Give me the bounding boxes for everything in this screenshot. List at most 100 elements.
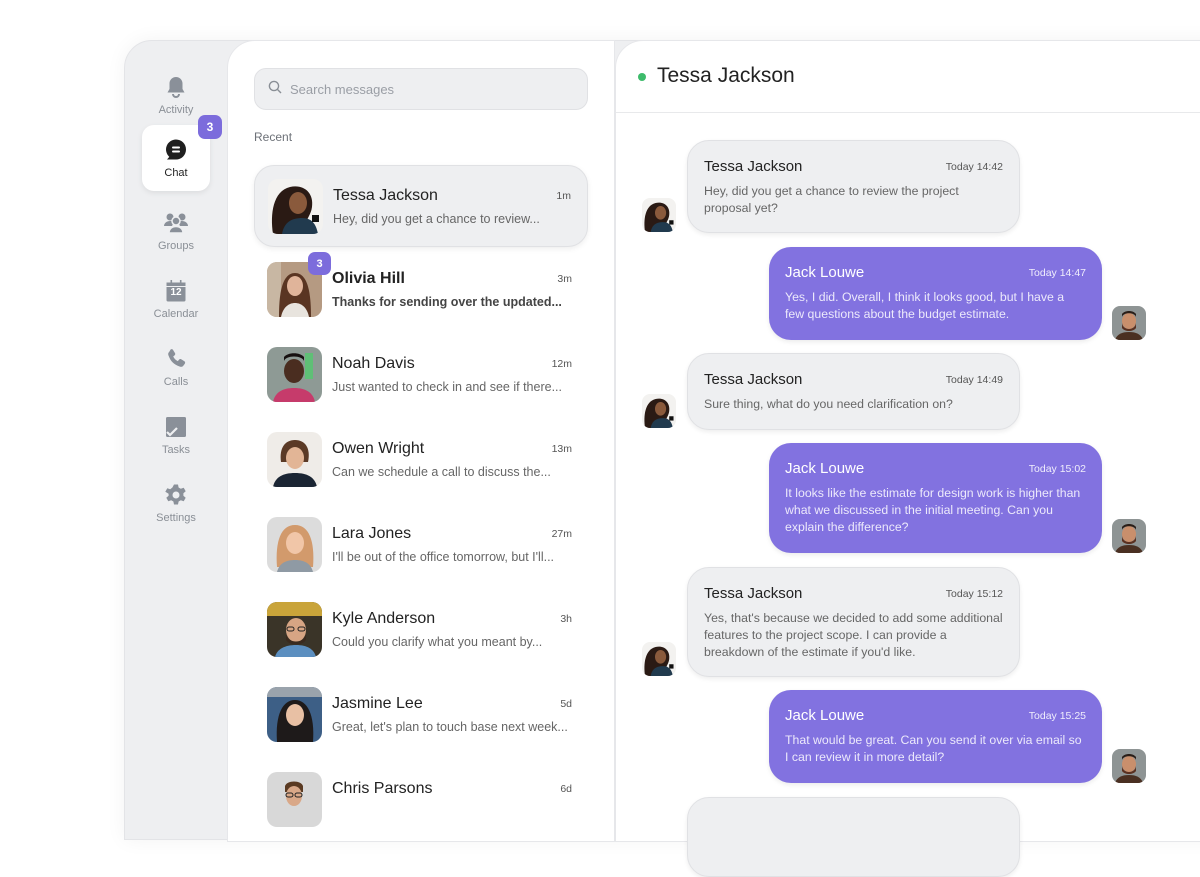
message-time: Today 15:25 — [1028, 710, 1086, 722]
nav-rail: Activity Chat 3 Groups 12 Calendar Calls… — [125, 41, 227, 839]
contact-name: Noah Davis — [332, 355, 415, 372]
contact-name: Owen Wright — [332, 440, 425, 457]
conversation-time: 1m — [556, 190, 571, 202]
message-bubble-incoming: Tessa Jackson Today 15:12 Yes, that's be… — [687, 567, 1020, 677]
conversation-item-tessa-jackson[interactable]: Tessa Jackson 1m Hey, did you get a chan… — [254, 165, 588, 247]
message-preview: Can we schedule a call to discuss the... — [332, 465, 551, 479]
tasks-icon — [164, 415, 188, 439]
message-text: Hey, did you get a chance to review the … — [704, 184, 959, 215]
gear-icon — [164, 483, 188, 507]
online-status-dot — [638, 73, 646, 81]
rail-item-tasks[interactable]: Tasks — [142, 403, 210, 467]
conversation-time: 12m — [551, 358, 572, 370]
message-preview: Just wanted to check in and see if there… — [332, 380, 562, 394]
conversation-time: 6d — [560, 783, 572, 795]
section-label-recent: Recent — [254, 130, 293, 144]
message-preview: Great, let's plan to touch base next wee… — [332, 720, 568, 734]
rail-label: Tasks — [161, 443, 191, 456]
conversation-item-jasmine-lee[interactable]: Jasmine Lee 5d Great, let's plan to touc… — [254, 674, 588, 756]
conversation-item-chris-parsons[interactable]: Chris Parsons 6d — [254, 759, 588, 841]
bell-icon — [164, 75, 188, 99]
chat-title: Tessa Jackson — [657, 64, 795, 87]
rail-item-groups[interactable]: Groups — [142, 199, 210, 263]
message-sender: Jack Louwe — [785, 460, 865, 477]
message-bubble-incoming: Tessa Jackson Today 14:42 Hey, did you g… — [687, 140, 1020, 233]
search-input[interactable] — [290, 81, 570, 97]
avatar-jack-louwe — [1112, 306, 1146, 340]
message-sender: Tessa Jackson — [704, 585, 803, 602]
conversation-time: 27m — [551, 528, 572, 540]
search-box[interactable] — [254, 68, 588, 110]
message-time: Today 15:02 — [1028, 463, 1086, 475]
calendar-icon: 12 — [164, 279, 188, 303]
conversation-time: 5d — [560, 698, 572, 710]
app-window: Activity Chat 3 Groups 12 Calendar Calls… — [124, 40, 1200, 877]
message-time: Today 14:47 — [1028, 267, 1086, 279]
rail-label: Calendar — [153, 307, 199, 320]
message-time: Today 14:42 — [945, 161, 1003, 173]
rail-item-calls[interactable]: Calls — [142, 335, 210, 399]
unread-badge: 3 — [198, 115, 222, 139]
contact-name: Chris Parsons — [332, 780, 433, 797]
rail-label: Chat — [164, 166, 188, 179]
phone-icon — [164, 347, 188, 371]
contact-name: Jasmine Lee — [332, 695, 423, 712]
message-sender: Tessa Jackson — [704, 371, 803, 388]
conversation-list-panel: Recent Tessa Jackson 1m Hey, did you get… — [227, 40, 615, 842]
message-text: That would be great. Can you send it ove… — [785, 733, 1082, 764]
rail-label: Groups — [157, 239, 195, 252]
conversation-item-owen-wright[interactable]: Owen Wright 13m Can we schedule a call t… — [254, 419, 588, 501]
message-text: Sure thing, what do you need clarificati… — [704, 397, 953, 411]
message-text: Yes, I did. Overall, I think it looks go… — [785, 290, 1065, 321]
message-text: Yes, that's because we decided to add so… — [704, 611, 1003, 659]
message-sender: Jack Louwe — [785, 707, 865, 724]
message-sender: Jack Louwe — [785, 264, 865, 281]
message-bubble-incoming-partial — [687, 797, 1020, 877]
rail-item-calendar[interactable]: 12 Calendar — [142, 267, 210, 331]
chat-icon — [164, 138, 188, 162]
avatar-jack-louwe — [1112, 749, 1146, 783]
message-preview: Could you clarify what you meant by... — [332, 635, 543, 649]
message-time: Today 14:49 — [945, 374, 1003, 386]
message-preview: Thanks for sending over the updated... — [332, 295, 562, 309]
conversation-time: 13m — [551, 443, 572, 455]
message-time: Today 15:12 — [945, 588, 1003, 600]
conversation-item-kyle-anderson[interactable]: Kyle Anderson 3h Could you clarify what … — [254, 589, 588, 671]
chat-panel: Tessa Jackson Tessa Jackson Today 14:42 … — [615, 40, 1200, 877]
message-preview: Hey, did you get a chance to review... — [333, 212, 540, 226]
avatar — [267, 517, 322, 572]
conversation-item-noah-davis[interactable]: Noah Davis 12m Just wanted to check in a… — [254, 334, 588, 416]
rail-label: Settings — [156, 511, 196, 524]
message-bubble-outgoing: Jack Louwe Today 14:47 Yes, I did. Overa… — [769, 247, 1102, 340]
chat-header: Tessa Jackson — [616, 41, 1200, 113]
message-bubble-outgoing: Jack Louwe Today 15:02 It looks like the… — [769, 443, 1102, 553]
conversation-item-lara-jones[interactable]: Lara Jones 27m I'll be out of the office… — [254, 504, 588, 586]
unread-badge: 3 — [308, 252, 331, 275]
message-sender: Tessa Jackson — [704, 158, 803, 175]
avatar — [267, 347, 322, 402]
rail-item-chat[interactable]: Chat 3 — [142, 115, 222, 191]
avatar-tessa-jackson — [642, 394, 676, 428]
rail-item-settings[interactable]: Settings — [142, 471, 210, 535]
groups-icon — [163, 211, 189, 235]
conversation-item-olivia-hill[interactable]: 3 Olivia Hill 3m Thanks for sending over… — [254, 249, 588, 331]
contact-name: Tessa Jackson — [333, 187, 438, 204]
avatar — [268, 179, 323, 234]
avatar-tessa-jackson — [642, 642, 676, 676]
contact-name: Lara Jones — [332, 525, 412, 542]
avatar — [267, 602, 322, 657]
rail-label: Activity — [158, 103, 194, 116]
avatar-jack-louwe — [1112, 519, 1146, 553]
contact-name: Kyle Anderson — [332, 610, 436, 627]
contact-name: Olivia Hill — [332, 270, 405, 287]
conversation-time: 3m — [557, 273, 572, 285]
avatar — [267, 432, 322, 487]
rail-label: Calls — [163, 375, 189, 388]
message-bubble-outgoing: Jack Louwe Today 15:25 That would be gre… — [769, 690, 1102, 783]
message-preview: I'll be out of the office tomorrow, but … — [332, 550, 555, 564]
search-icon — [268, 80, 282, 99]
conversation-time: 3h — [560, 613, 572, 625]
message-bubble-incoming: Tessa Jackson Today 14:49 Sure thing, wh… — [687, 353, 1020, 430]
avatar-tessa-jackson — [642, 198, 676, 232]
avatar — [267, 687, 322, 742]
